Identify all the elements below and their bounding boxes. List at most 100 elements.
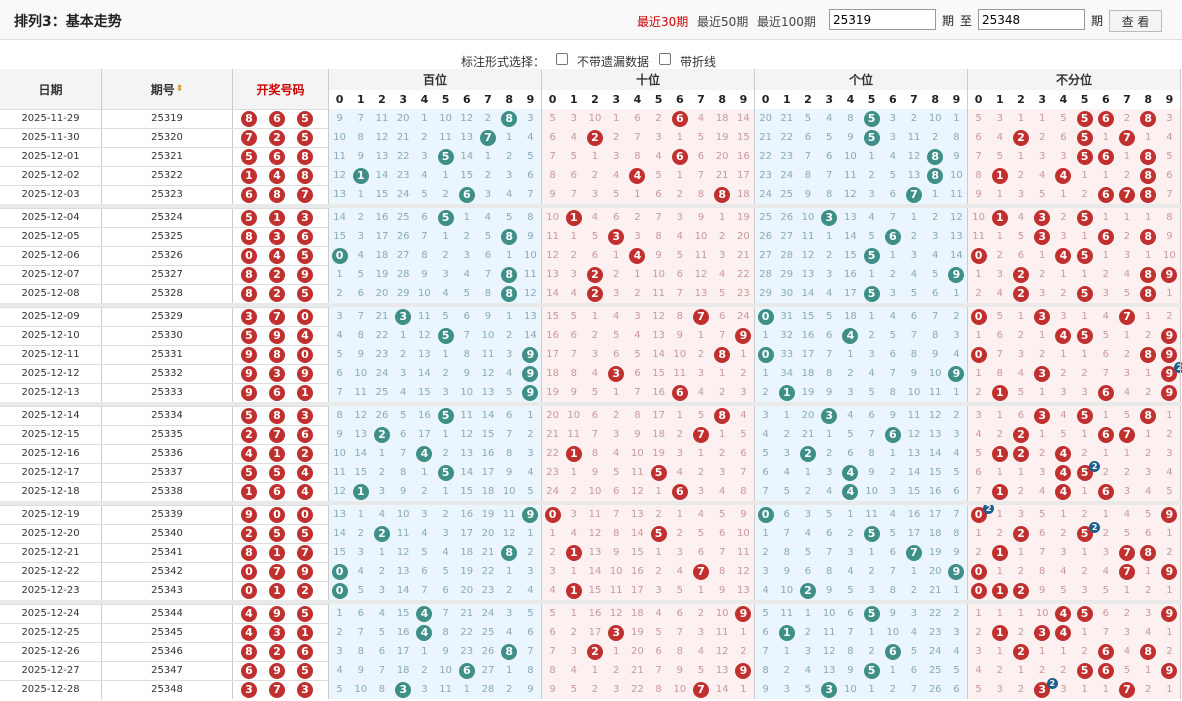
miss-value: 12 bbox=[481, 368, 495, 379]
hit-ball: 5 bbox=[437, 209, 454, 226]
miss-value: 4 bbox=[910, 269, 918, 280]
miss-value: 28 bbox=[481, 684, 495, 695]
miss-value: 7 bbox=[868, 429, 875, 440]
miss-value: 7 bbox=[570, 349, 577, 360]
miss-value: 5 bbox=[910, 288, 918, 299]
column-divider bbox=[967, 69, 968, 699]
issue-cell: 25348 bbox=[151, 684, 183, 695]
hit-ball: 3 bbox=[821, 209, 838, 226]
miss-value: 14 bbox=[715, 684, 729, 695]
miss-value: 2 bbox=[613, 269, 620, 280]
miss-value: 11 bbox=[822, 627, 836, 638]
checkbox-icon[interactable] bbox=[659, 53, 671, 65]
sort-arrows-icon[interactable]: ⬍ bbox=[176, 84, 184, 94]
miss-value: 4 bbox=[591, 212, 599, 223]
miss-value: 3 bbox=[868, 585, 875, 596]
miss-value: 3 bbox=[1060, 151, 1067, 162]
winning-ball: 8 bbox=[297, 167, 313, 184]
winning-ball: 5 bbox=[297, 525, 313, 542]
miss-value: 2 bbox=[1145, 585, 1152, 596]
miss-value: 5 bbox=[804, 547, 812, 558]
from-issue-input[interactable] bbox=[829, 9, 936, 30]
miss-value: 10 bbox=[907, 387, 921, 398]
miss-value: 1 bbox=[996, 608, 1003, 619]
hit-ball: 0 bbox=[757, 506, 774, 523]
miss-value: 9 bbox=[463, 368, 470, 379]
hit-ball: 6 bbox=[884, 426, 901, 443]
miss-value: 17 bbox=[546, 349, 559, 360]
miss-value: 27 bbox=[396, 250, 410, 261]
miss-value: 1 bbox=[1039, 250, 1046, 261]
miss-value: 10 bbox=[801, 212, 815, 223]
miss-value: 8 bbox=[697, 189, 705, 200]
winning-ball: 6 bbox=[269, 384, 285, 401]
winning-ball: 5 bbox=[241, 148, 257, 165]
filter-50[interactable]: 最近50期 bbox=[697, 13, 748, 30]
miss-value: 1 bbox=[421, 467, 428, 478]
to-issue-input[interactable] bbox=[978, 9, 1085, 30]
miss-value: 1 bbox=[868, 547, 875, 558]
miss-value: 1 bbox=[634, 269, 641, 280]
hit-ball: 4 bbox=[1055, 483, 1072, 500]
miss-value: 5 bbox=[1166, 486, 1173, 497]
checkbox-icon[interactable] bbox=[556, 53, 568, 65]
issue-cell: 25325 bbox=[151, 231, 183, 242]
miss-value: 7 bbox=[357, 113, 364, 124]
group-header-3: 不分位 bbox=[968, 69, 1180, 90]
miss-value: 4 bbox=[1017, 212, 1025, 223]
miss-value: 25 bbox=[375, 387, 389, 398]
miss-value: 2 bbox=[1145, 684, 1152, 695]
miss-value: 4 bbox=[570, 665, 577, 676]
filter-30[interactable]: 最近30期 bbox=[637, 13, 688, 30]
miss-value: 6 bbox=[889, 349, 896, 360]
miss-value: 3 bbox=[804, 509, 812, 520]
winning-ball: 8 bbox=[269, 186, 285, 203]
miss-value: 6 bbox=[591, 410, 599, 421]
miss-value: 2 bbox=[932, 212, 939, 223]
miss-value: 2 bbox=[336, 627, 343, 638]
miss-value: 8 bbox=[549, 170, 556, 181]
miss-value: 6 bbox=[975, 467, 982, 478]
miss-value: 9 bbox=[442, 646, 449, 657]
winning-ball: 1 bbox=[269, 544, 285, 561]
miss-value: 20 bbox=[631, 646, 644, 657]
miss-value: 3 bbox=[1039, 151, 1046, 162]
hit-ball: 6 bbox=[1097, 384, 1114, 401]
issue-header[interactable]: 期号 ⬍ bbox=[102, 69, 232, 109]
miss-value: 5 bbox=[357, 585, 364, 596]
miss-value: 22 bbox=[375, 330, 389, 341]
miss-value: 17 bbox=[801, 349, 815, 360]
filter-100[interactable]: 最近100期 bbox=[757, 13, 816, 30]
miss-value: 4 bbox=[975, 429, 982, 440]
miss-value: 1 bbox=[1102, 212, 1109, 223]
miss-value: 4 bbox=[826, 486, 833, 497]
miss-value: 12 bbox=[418, 330, 431, 341]
miss-value: 24 bbox=[481, 608, 495, 619]
miss-value: 8 bbox=[868, 448, 875, 459]
miss-value: 11 bbox=[460, 410, 474, 421]
miss-value: 8 bbox=[932, 330, 939, 341]
miss-value: 4 bbox=[1039, 486, 1046, 497]
miss-value: 5 bbox=[421, 547, 428, 558]
miss-value: 9 bbox=[634, 429, 641, 440]
winning-ball: 9 bbox=[241, 506, 257, 523]
miss-value: 2 bbox=[1017, 170, 1025, 181]
hit-ball: 0 bbox=[757, 308, 774, 325]
miss-value: 2 bbox=[357, 212, 364, 223]
miss-value: 6 bbox=[847, 608, 854, 619]
winning-ball: 9 bbox=[297, 563, 313, 580]
miss-value: 4 bbox=[868, 368, 875, 379]
query-button[interactable]: 查 看 bbox=[1109, 10, 1162, 32]
miss-value: 3 bbox=[975, 410, 982, 421]
miss-value: 2 bbox=[783, 429, 790, 440]
miss-value: 1 bbox=[996, 509, 1003, 520]
miss-value: 1 bbox=[442, 231, 449, 242]
hit-ball: 8 bbox=[1140, 110, 1157, 127]
to-label: 至 bbox=[960, 14, 973, 28]
hit-ball: 9 bbox=[522, 384, 539, 401]
hit-ball: 5 bbox=[1076, 285, 1093, 302]
miss-value: 6 bbox=[634, 113, 641, 124]
miss-value: 1 bbox=[1145, 665, 1152, 676]
miss-value: 8 bbox=[591, 448, 599, 459]
miss-value: 4 bbox=[847, 410, 854, 421]
